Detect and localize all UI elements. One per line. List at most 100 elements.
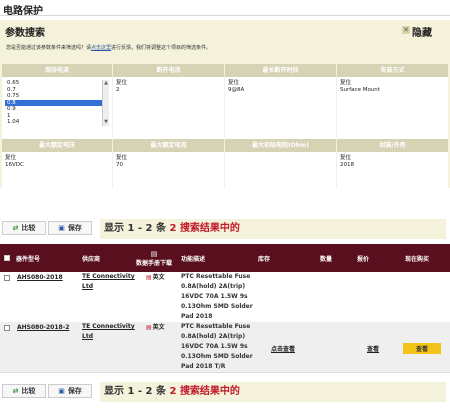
supplier-link[interactable]: TE Connectivity Ltd (82, 322, 135, 342)
filter-header: 最大额定电流 (113, 139, 224, 152)
filter-value[interactable]: 2018 (340, 162, 445, 169)
price-view-link[interactable]: 查看 (367, 344, 379, 353)
arrows-icon: ⇄ (12, 224, 19, 232)
filter-body (225, 152, 336, 197)
pdf-icon: ▤ (146, 324, 152, 331)
save-button[interactable]: ▣ 保存 (48, 221, 92, 235)
pdf-icon: ▤ (150, 249, 158, 258)
col-description: 功能描述 (181, 255, 206, 263)
col-stock: 库存 (258, 255, 271, 263)
arrows-icon: ⇄ (12, 387, 19, 395)
description-line: Pad 2018 (181, 313, 213, 320)
results-count: 2 (169, 223, 177, 234)
row-checkbox[interactable] (4, 325, 10, 331)
filter-body: 复位 70 (113, 152, 224, 197)
table-row: AHS080-2018 TE Connectivity Ltd ▤英文 PTC … (0, 272, 450, 323)
results-count: 2 (169, 386, 177, 397)
filter-header: 封装/外壳 (337, 139, 448, 152)
description-line: PTC Resettable Fuse (181, 273, 251, 280)
filter-body: 复位 Surface Mount (337, 77, 448, 148)
supplier-line: TE Connectivity (82, 323, 135, 330)
datasheet-link[interactable]: ▤英文 (146, 272, 165, 281)
part-number-link[interactable]: AHS080-2018-2 (17, 324, 69, 331)
results-range: 显示 1 - 2 条 (104, 223, 166, 234)
feedback-link[interactable]: 点击这里 (91, 45, 111, 51)
title-divider (0, 15, 450, 16)
col-datasheet-label: 数据手册下载 (135, 259, 172, 267)
filter-mounting: 安装方式 复位 Surface Mount (337, 64, 448, 148)
stock-check-link[interactable]: 点击查看 (271, 344, 295, 353)
results-banner-bottom: 显示 1 - 2 条 2 搜索结果中的 (100, 382, 446, 402)
hide-link[interactable]: 隐藏 (412, 24, 432, 39)
filter-value[interactable]: 2 (116, 87, 221, 94)
listbox-scrollbar[interactable]: ▲ ▼ (102, 80, 109, 126)
row-checkbox[interactable] (4, 275, 10, 281)
filter-hold-current: 保持电流 ▲ ▼ 0.65 0.7 0.75 0.8 0.9 1 1.04 (2, 64, 112, 148)
col-purchase: 现在购买 (405, 255, 430, 263)
col-price: 报价 (357, 255, 370, 263)
datasheet-link[interactable]: ▤英文 (146, 322, 165, 331)
hint-text-after: 进行反馈，我们将调整这个项目的筛选条件。 (111, 45, 212, 51)
description-line: 16VDC 70A 1.5W 9s (181, 293, 248, 300)
hint-text-before: 您是否能通过该参数条件来筛选吗？请 (6, 45, 92, 51)
results-range: 显示 1 - 2 条 (104, 386, 166, 397)
description-line: 0.8A(hold) 2A(trip) (181, 333, 246, 340)
supplier-link[interactable]: TE Connectivity Ltd (82, 272, 135, 292)
col-part-number[interactable]: 器件型号 (16, 244, 40, 272)
filter-package: 封装/外壳 复位 2018 (337, 139, 448, 197)
pdf-icon: ▤ (146, 274, 152, 281)
description-line: 0.8A(hold) 2A(trip) (181, 283, 246, 290)
close-icon[interactable]: ✕ (402, 26, 410, 34)
description: PTC Resettable Fuse 0.8A(hold) 2A(trip) … (181, 322, 253, 372)
filter-value[interactable]: 9@8A (228, 87, 333, 94)
filter-value[interactable]: 16VDC (5, 162, 109, 169)
feedback-hint: 您是否能通过该参数条件来筛选吗？请点击这里进行反馈，我们将调整这个项目的筛选条件… (6, 44, 211, 51)
compare-button[interactable]: ⇄ 比较 (2, 221, 46, 235)
filter-header: 安装方式 (337, 64, 448, 77)
filter-row-bottom: 最大额定电压 复位 16VDC 最大额定电流 复位 70 最大初始电阻(Ohm)… (2, 139, 448, 197)
hold-current-listbox[interactable]: ▲ ▼ 0.65 0.7 0.75 0.8 0.9 1 1.04 (5, 80, 109, 126)
panel-heading: 参数搜索 (5, 28, 45, 39)
results-banner: 显示 1 - 2 条 2 搜索结果中的 (100, 219, 446, 239)
description-line: 16VDC 70A 1.5W 9s (181, 343, 248, 350)
description: PTC Resettable Fuse 0.8A(hold) 2A(trip) … (181, 272, 253, 322)
filter-max-voltage: 最大额定电压 复位 16VDC (2, 139, 112, 197)
description-line: 0.13Ohm SMD Solder (181, 303, 253, 310)
col-datasheet: ▤ 数据手册下载 (134, 244, 174, 272)
buy-view-button[interactable]: 查看 (403, 343, 441, 354)
col-supplier[interactable]: 供应商 (82, 244, 100, 272)
results-table-header: 器件型号 供应商 ▤ 数据手册下载 功能描述 库存 数量 报价 现在购买 (0, 244, 450, 272)
save-button-bottom[interactable]: ▣ 保存 (48, 384, 92, 398)
table-row: AHS080-2018-2 TE Connectivity Ltd ▤英文 PT… (0, 322, 450, 373)
filter-header: 保持电流 (2, 64, 112, 77)
filter-value[interactable]: Surface Mount (340, 87, 445, 94)
compare-label: 比较 (21, 224, 36, 232)
col-quantity: 数量 (320, 255, 333, 263)
select-all-checkbox[interactable] (4, 244, 10, 272)
filter-row-top: 保持电流 ▲ ▼ 0.65 0.7 0.75 0.8 0.9 1 1.04 断开电流 复位 2… (2, 64, 448, 148)
save-icon: ▣ (58, 224, 65, 232)
filter-header: 最长断开时间 (225, 64, 336, 77)
results-suffix: 搜索结果中的 (179, 223, 240, 234)
filter-header: 断开电流 (113, 64, 224, 77)
filter-trip-current: 断开电流 复位 2 (113, 64, 224, 148)
listbox-option[interactable]: 1.04 (5, 119, 109, 126)
filter-header: 最大初始电阻(Ohm) (225, 139, 336, 152)
filter-max-current: 最大额定电流 复位 70 (113, 139, 224, 197)
datasheet-lang: 英文 (152, 324, 165, 331)
filter-body: 复位 16VDC (2, 152, 112, 197)
save-label: 保存 (67, 224, 82, 232)
filter-body: 复位 9@8A (225, 77, 336, 148)
save-icon: ▣ (58, 387, 65, 395)
filter-value[interactable]: 70 (116, 162, 221, 169)
results-suffix: 搜索结果中的 (179, 386, 240, 397)
compare-label: 比较 (21, 387, 36, 395)
filter-header: 最大额定电压 (2, 139, 112, 152)
supplier-line: TE Connectivity (82, 273, 135, 280)
compare-button-bottom[interactable]: ⇄ 比较 (2, 384, 46, 398)
description-line: PTC Resettable Fuse (181, 323, 251, 330)
part-number-link[interactable]: AHS080-2018 (17, 274, 63, 281)
datasheet-lang: 英文 (152, 274, 165, 281)
save-label: 保存 (67, 387, 82, 395)
filter-body: 复位 2 (113, 77, 224, 148)
